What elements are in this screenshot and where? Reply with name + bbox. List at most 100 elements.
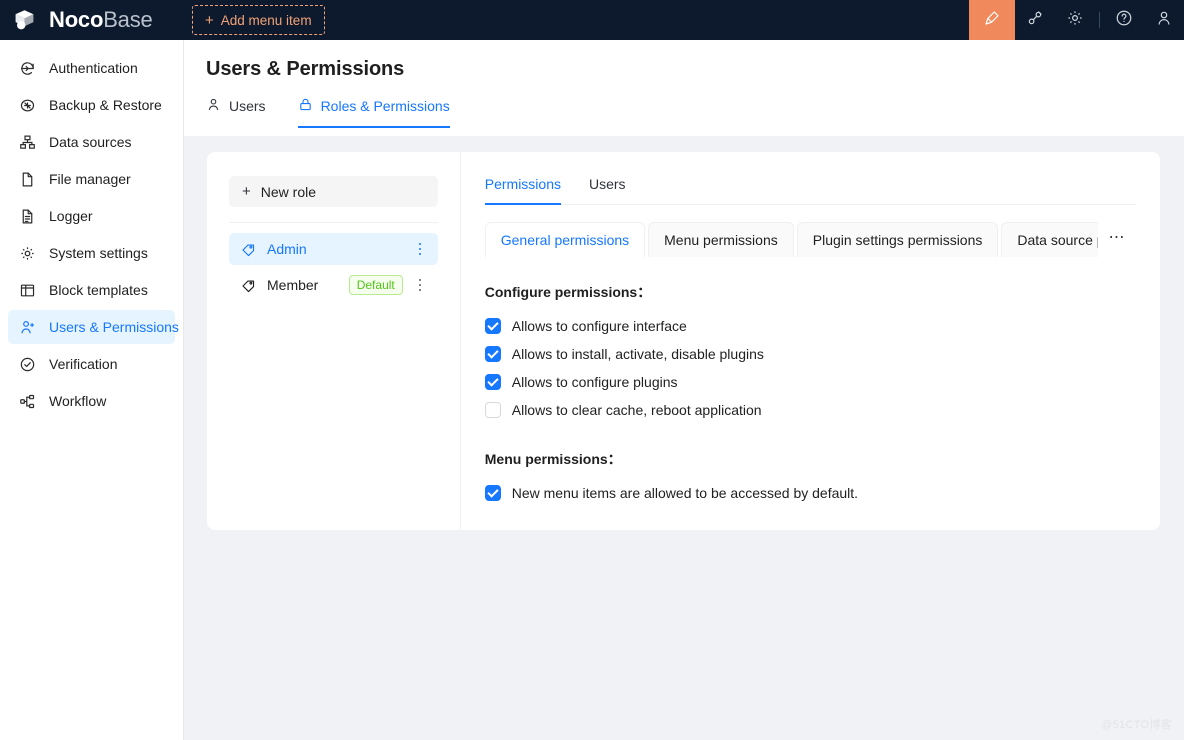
- add-menu-item-button[interactable]: + Add menu item: [192, 5, 325, 35]
- login-arrow-icon: [19, 60, 36, 77]
- checkbox-row-new-menu-items-default[interactable]: New menu items are allowed to be accesse…: [485, 479, 1136, 507]
- tab-menu-permissions[interactable]: Menu permissions: [648, 222, 794, 257]
- permissions-pane: Permissions Users General permissions Me…: [461, 152, 1160, 530]
- role-name: Member: [267, 277, 349, 293]
- checkbox-label: Allows to clear cache, reboot applicatio…: [512, 402, 762, 418]
- top-header-bar: NocoBase + Add menu item: [0, 0, 1184, 40]
- page-header: Users & Permissions Users Roles & Permis…: [184, 40, 1184, 136]
- page-title: Users & Permissions: [206, 58, 1162, 81]
- checkbox-label: Allows to configure interface: [512, 318, 687, 334]
- sidebar-item-data-sources[interactable]: Data sources: [8, 125, 175, 159]
- tab-permissions[interactable]: Permissions: [485, 176, 561, 205]
- sidebar-item-label: Verification: [49, 356, 117, 372]
- brand-logo[interactable]: NocoBase: [0, 0, 176, 40]
- users-icon: [19, 319, 36, 336]
- checkbox-icon[interactable]: [485, 485, 501, 501]
- checkbox-label: Allows to configure plugins: [512, 374, 678, 390]
- permissions-sub-tabs: Permissions Users: [485, 176, 1136, 205]
- plugin-icon: [1026, 9, 1044, 32]
- sidebar-item-label: Block templates: [49, 282, 148, 298]
- user-avatar-icon-button[interactable]: [1144, 0, 1184, 40]
- brand-base: Base: [103, 7, 152, 32]
- tab-label: Users: [229, 98, 266, 114]
- tabs-overflow-more-icon[interactable]: ⋯: [1098, 222, 1136, 257]
- sidebar-item-label: Workflow: [49, 393, 106, 409]
- sidebar-item-label: Logger: [49, 208, 93, 224]
- sidebar-item-label: File manager: [49, 171, 131, 187]
- person-icon: [206, 97, 221, 115]
- checkbox-icon[interactable]: [485, 318, 501, 334]
- roles-list-pane: + New role Admin Member: [207, 152, 461, 530]
- nocobase-cube-logo-icon: [14, 9, 40, 31]
- header-divider: [1099, 12, 1100, 28]
- checkbox-icon[interactable]: [485, 374, 501, 390]
- role-row-member[interactable]: Member Default: [229, 269, 438, 301]
- checkbox-icon[interactable]: [485, 346, 501, 362]
- tab-roles-permissions[interactable]: Roles & Permissions: [298, 97, 450, 128]
- sidebar-item-system-settings[interactable]: System settings: [8, 236, 175, 270]
- checkbox-icon[interactable]: [485, 402, 501, 418]
- layout-icon: [19, 282, 36, 299]
- checkbox-label: Allows to install, activate, disable plu…: [512, 346, 764, 362]
- sidebar-item-label: System settings: [49, 245, 148, 261]
- tag-icon: [241, 242, 256, 257]
- gear-icon-button[interactable]: [1055, 0, 1095, 40]
- tab-users[interactable]: Users: [589, 176, 626, 205]
- new-role-button[interactable]: + New role: [229, 176, 438, 207]
- tab-plugin-settings-permissions[interactable]: Plugin settings permissions: [797, 222, 999, 257]
- sidebar-item-backup-restore[interactable]: Backup & Restore: [8, 88, 175, 122]
- roles-divider: [229, 222, 438, 223]
- role-row-admin[interactable]: Admin: [229, 233, 438, 265]
- role-options-menu-icon[interactable]: [412, 276, 428, 294]
- sidebar-item-verification[interactable]: Verification: [8, 347, 175, 381]
- tab-general-permissions[interactable]: General permissions: [485, 222, 645, 257]
- checkbox-label: New menu items are allowed to be accesse…: [512, 485, 858, 501]
- header-icon-group: [969, 0, 1184, 40]
- permission-category-tabs: General permissions Menu permissions Plu…: [485, 222, 1136, 257]
- main-content-area: Users & Permissions Users Roles & Permis…: [184, 40, 1184, 740]
- check-circle-icon: [19, 356, 36, 373]
- backup-cloud-icon: [19, 97, 36, 114]
- role-options-menu-icon[interactable]: [412, 240, 428, 258]
- menu-permissions-title: Menu permissions：: [485, 449, 1136, 469]
- new-role-label: New role: [261, 184, 316, 200]
- help-circle-icon: [1115, 9, 1133, 32]
- gear-icon: [19, 245, 36, 262]
- tab-label: Roles & Permissions: [321, 98, 450, 114]
- checkbox-row-configure-interface[interactable]: Allows to configure interface: [485, 312, 1136, 340]
- plus-icon: +: [242, 184, 251, 199]
- watermark-text: @51CTO博客: [1101, 716, 1172, 732]
- left-sidebar-nav: Authentication Backup & Restore Data sou…: [0, 40, 184, 740]
- workflow-nodes-icon: [19, 393, 36, 410]
- add-menu-item-label: Add menu item: [221, 13, 312, 28]
- sidebar-item-file-manager[interactable]: File manager: [8, 162, 175, 196]
- sidebar-item-users-permissions[interactable]: Users & Permissions: [8, 310, 175, 344]
- log-file-icon: [19, 208, 36, 225]
- sidebar-item-label: Backup & Restore: [49, 97, 162, 113]
- lock-icon: [298, 97, 313, 115]
- page-tabs: Users Roles & Permissions: [206, 97, 1162, 128]
- file-icon: [19, 171, 36, 188]
- sidebar-item-label: Data sources: [49, 134, 131, 150]
- sidebar-item-block-templates[interactable]: Block templates: [8, 273, 175, 307]
- highlighter-icon-button[interactable]: [969, 0, 1015, 40]
- help-circle-icon-button[interactable]: [1104, 0, 1144, 40]
- brand-name: NocoBase: [49, 9, 153, 31]
- checkbox-row-install-activate-disable-plugins[interactable]: Allows to install, activate, disable plu…: [485, 340, 1136, 368]
- checkbox-row-clear-cache-reboot[interactable]: Allows to clear cache, reboot applicatio…: [485, 396, 1136, 424]
- role-name: Admin: [267, 241, 412, 257]
- user-avatar-icon: [1155, 9, 1173, 32]
- brand-noco: Noco: [49, 7, 103, 32]
- plugin-icon-button[interactable]: [1015, 0, 1055, 40]
- configure-permissions-title: Configure permissions：: [485, 282, 1136, 302]
- sidebar-item-workflow[interactable]: Workflow: [8, 384, 175, 418]
- sidebar-item-authentication[interactable]: Authentication: [8, 51, 175, 85]
- plus-icon: +: [205, 13, 214, 28]
- sidebar-item-logger[interactable]: Logger: [8, 199, 175, 233]
- checkbox-row-configure-plugins[interactable]: Allows to configure plugins: [485, 368, 1136, 396]
- sidebar-item-label: Authentication: [49, 60, 138, 76]
- gear-icon: [1066, 9, 1084, 32]
- roles-permissions-card: + New role Admin Member: [207, 152, 1160, 530]
- tab-users[interactable]: Users: [206, 97, 266, 128]
- tag-icon: [241, 278, 256, 293]
